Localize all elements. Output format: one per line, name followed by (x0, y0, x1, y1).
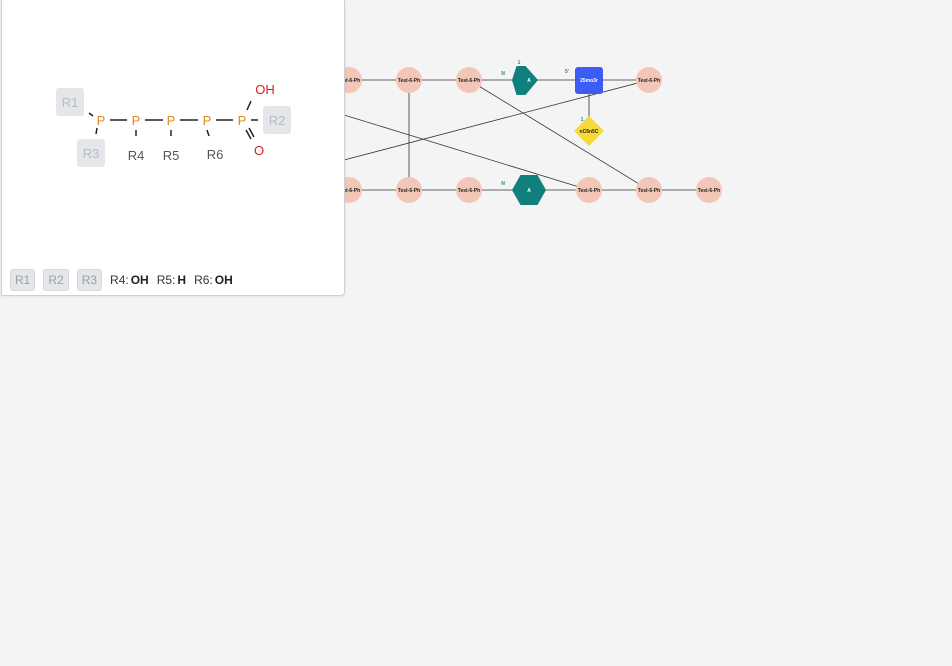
bonds (343, 79, 709, 191)
monomer-test-6-ph[interactable]: Test-6-Ph (576, 177, 602, 203)
phosphorus-atom: P (97, 113, 106, 128)
svg-text:25mo3r: 25mo3r (580, 78, 598, 84)
monomer-test-6-ph[interactable]: Test-6-Ph (396, 177, 422, 203)
svg-text:A: A (527, 188, 531, 194)
r6-label: R6 (207, 147, 224, 162)
monomer-phosphate-nc6n5c[interactable]: nC6n5C (574, 116, 604, 146)
r1-attachment: R1 (56, 88, 84, 116)
phosphorus-atom: P (132, 113, 141, 128)
monomer-test-6-ph[interactable]: Test-6-Ph (456, 177, 482, 203)
monomer-test-6-ph[interactable]: Test-6-Ph (636, 177, 662, 203)
svg-text:Test-6-Ph: Test-6-Ph (698, 188, 720, 194)
svg-text:Test-6-Ph: Test-6-Ph (458, 188, 480, 194)
monomer-test-6-ph[interactable]: Test-6-Ph (396, 67, 422, 93)
svg-text:R2: R2 (269, 113, 286, 128)
hydroxyl-group: OH (255, 82, 275, 97)
monomer-test-6-ph[interactable]: Test-6-Ph (696, 177, 722, 203)
bond-label: 1 (581, 117, 584, 123)
svg-text:Test-6-Ph: Test-6-Ph (458, 78, 480, 84)
svg-text:Test-6-Ph: Test-6-Ph (638, 188, 660, 194)
monomer-base-a[interactable]: A (512, 66, 538, 95)
r3-attachment: R3 (77, 139, 105, 167)
svg-text:R3: R3 (83, 146, 100, 161)
phosphorus-atom: P (203, 113, 212, 128)
monomer-base-a[interactable]: A (512, 175, 546, 205)
svg-text:A: A (527, 78, 531, 84)
r1-chip: R1 (10, 269, 36, 291)
monomer-test-6-ph[interactable]: Test-6-Ph (456, 67, 482, 93)
r4-label: R4 (128, 148, 145, 163)
r-group-legend: R1 R2 R3 R4: OH R5: H R6: OH (10, 269, 241, 291)
monomer-sugar-25mo3r[interactable]: 25mo3r (575, 67, 603, 94)
svg-text:R1: R1 (62, 95, 79, 110)
bond-label: N (501, 71, 505, 77)
monomer-test-6-ph[interactable]: Test-6-Ph (636, 67, 662, 93)
bond[interactable] (343, 79, 650, 161)
svg-text:Test-6-Ph: Test-6-Ph (398, 78, 420, 84)
oxygen-atom: O (254, 143, 264, 158)
svg-text:Test-6-Ph: Test-6-Ph (578, 188, 600, 194)
bond-label: 5' (565, 69, 569, 75)
svg-text:Test-6-Ph: Test-6-Ph (638, 78, 660, 84)
r5-label: R5 (163, 148, 180, 163)
r5-description: R5: H (156, 273, 187, 287)
r2-chip: R2 (43, 269, 69, 291)
svg-text:nC6n5C: nC6n5C (580, 129, 599, 135)
phosphorus-atom: P (238, 113, 247, 128)
r3-chip: R3 (76, 269, 103, 291)
bond[interactable] (468, 79, 650, 191)
r6-description: R6: OH (194, 273, 233, 287)
svg-text:Test-6-Ph: Test-6-Ph (398, 188, 420, 194)
monomer-preview-panel: R1 R3 R2 P P P P P OH O R4 R5 R6 R1 R2 R… (1, 0, 345, 296)
phosphorus-atom: P (167, 113, 176, 128)
structure-drawing: R1 R3 R2 P P P P P OH O R4 R5 R6 (56, 82, 291, 167)
r2-attachment: R2 (263, 106, 291, 134)
r4-description: R4: OH (110, 273, 149, 287)
bond-label: 1 (518, 60, 521, 66)
bond-label: N (501, 181, 505, 187)
